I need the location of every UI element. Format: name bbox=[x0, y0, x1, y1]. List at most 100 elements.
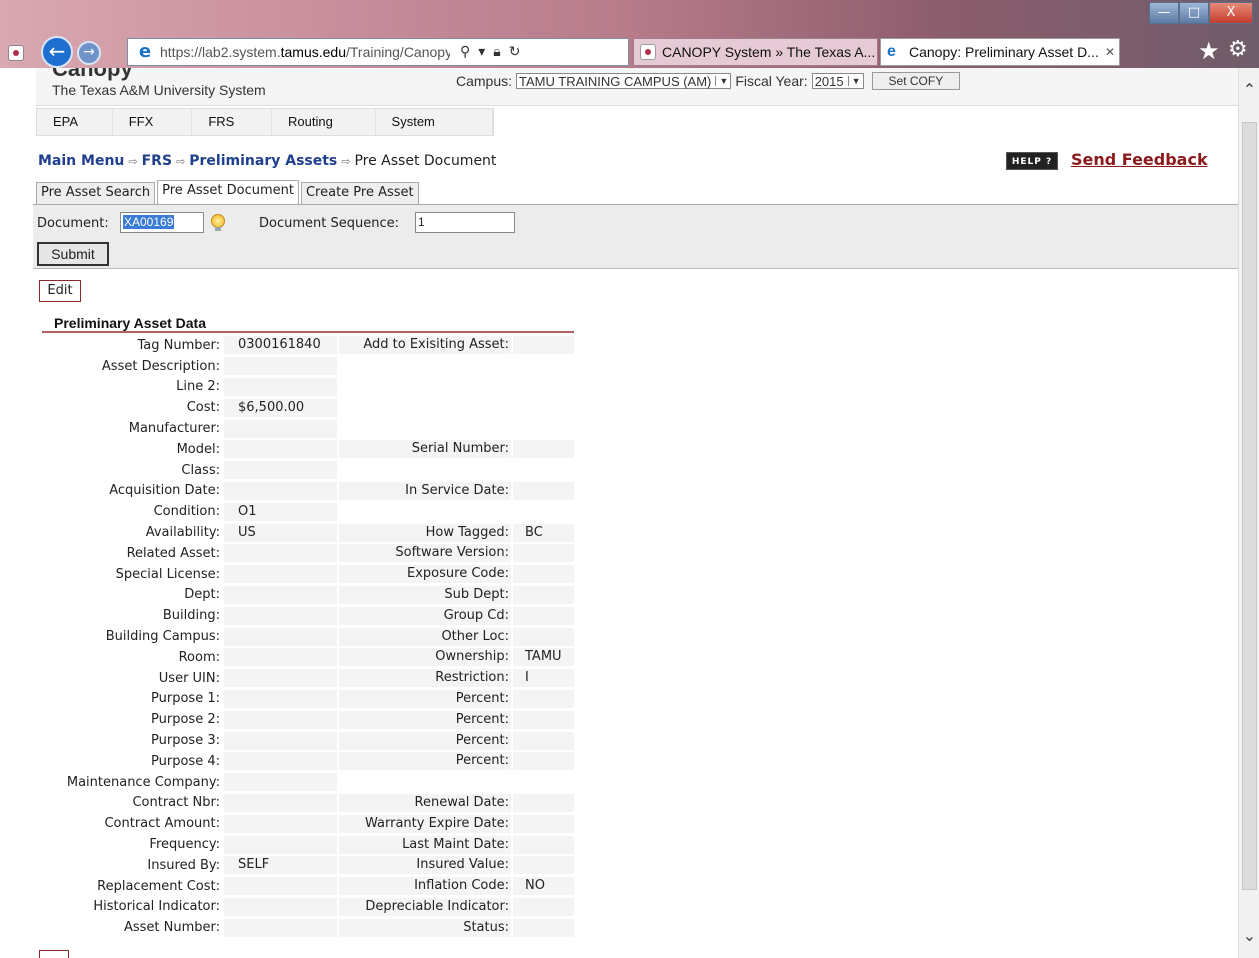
field-value bbox=[224, 877, 337, 896]
field-row: Purpose 4: Percent: bbox=[42, 751, 574, 772]
breadcrumb-frs[interactable]: FRS bbox=[142, 153, 172, 169]
scroll-down-icon[interactable]: ⌄ bbox=[1239, 926, 1259, 945]
scroll-up-icon[interactable]: ⌃ bbox=[1239, 80, 1259, 99]
field-row: Special License: Exposure Code: bbox=[42, 564, 574, 585]
field-row: User UIN: Restriction: I bbox=[42, 668, 574, 689]
menu-item-system[interactable]: System bbox=[376, 109, 493, 135]
window-controls: — □ X bbox=[1149, 2, 1253, 24]
navigation-bar: ← → e https://lab2.system.tamus.edu/Trai… bbox=[0, 34, 1259, 68]
menu-item-routing[interactable]: Routing bbox=[272, 109, 376, 135]
edit-button-bottom[interactable] bbox=[39, 950, 69, 958]
tab-title: Canopy: Preliminary Asset D... bbox=[909, 44, 1099, 60]
field-value bbox=[224, 793, 337, 812]
chevron-down-icon: ▼ bbox=[847, 76, 861, 86]
menu-item-frs[interactable]: FRS bbox=[192, 109, 272, 135]
document-input[interactable]: XA00169 bbox=[120, 212, 204, 233]
menu-item-ffx[interactable]: FFX bbox=[113, 109, 193, 135]
set-cofy-button[interactable]: Set COFY bbox=[871, 72, 961, 90]
field-value bbox=[224, 918, 337, 937]
tab-pre-asset-document[interactable]: Pre Asset Document bbox=[157, 180, 299, 204]
field-row: Acquisition Date: In Service Date: bbox=[42, 481, 574, 502]
field-label: Line 2: bbox=[176, 379, 220, 395]
field-value-secondary bbox=[513, 481, 574, 500]
document-sequence-input[interactable]: 1 bbox=[415, 212, 515, 233]
lock-icon[interactable]: 🔒︎ bbox=[493, 44, 500, 60]
field-value bbox=[224, 731, 337, 750]
field-row: Historical Indicator: Depreciable Indicat… bbox=[42, 897, 574, 918]
field-value bbox=[224, 440, 337, 459]
field-label-secondary: Other Loc: bbox=[339, 627, 511, 646]
maximize-button[interactable]: □ bbox=[1179, 2, 1209, 24]
field-label-secondary bbox=[339, 399, 511, 417]
fiscal-year-select[interactable]: 2015 ▼ bbox=[811, 73, 864, 89]
vertical-scrollbar[interactable]: ⌃ ⌄ bbox=[1238, 68, 1259, 958]
field-value-secondary bbox=[513, 336, 574, 355]
field-label: Model: bbox=[176, 441, 220, 457]
field-value bbox=[224, 377, 337, 396]
field-value-secondary bbox=[513, 856, 574, 875]
breadcrumb-main-menu[interactable]: Main Menu bbox=[38, 153, 124, 169]
send-feedback-link[interactable]: Send Feedback bbox=[1071, 150, 1208, 169]
field-label-secondary: Last Maint Date: bbox=[339, 835, 511, 854]
field-row: Condition: O1 bbox=[42, 501, 574, 522]
field-value-secondary bbox=[513, 710, 574, 729]
address-bar[interactable]: e https://lab2.system.tamus.edu/Training… bbox=[127, 38, 629, 66]
browser-tab-preliminary-asset[interactable]: e Canopy: Preliminary Asset D... ✕ bbox=[880, 38, 1120, 66]
document-sequence-label: Document Sequence: bbox=[259, 216, 399, 231]
field-value bbox=[224, 669, 337, 688]
gear-icon[interactable]: ⚙ bbox=[1228, 37, 1248, 62]
minimize-button[interactable]: — bbox=[1149, 2, 1179, 24]
field-label: Building: bbox=[162, 608, 220, 624]
dropdown-arrow-icon[interactable]: ▾ bbox=[478, 44, 485, 60]
close-window-button[interactable]: X bbox=[1209, 2, 1253, 24]
refresh-icon[interactable]: ↻ bbox=[509, 44, 521, 60]
field-row: Manufacturer: bbox=[42, 418, 574, 439]
breadcrumb-preliminary-assets[interactable]: Preliminary Assets bbox=[189, 153, 337, 169]
scrollbar-thumb[interactable] bbox=[1242, 122, 1257, 890]
field-label: Tag Number: bbox=[137, 337, 220, 353]
field-label-secondary: Serial Number: bbox=[339, 440, 511, 459]
edit-button[interactable]: Edit bbox=[39, 280, 81, 302]
field-row: Purpose 1: Percent: bbox=[42, 689, 574, 710]
site-favicon-icon bbox=[8, 45, 24, 61]
menu-item-epa[interactable]: EPA bbox=[37, 109, 113, 135]
field-label: Cost: bbox=[186, 400, 220, 416]
submit-button[interactable]: Submit bbox=[37, 242, 109, 266]
close-tab-icon[interactable]: ✕ bbox=[1105, 45, 1115, 59]
field-row: Model: Serial Number: bbox=[42, 439, 574, 460]
section-title: Preliminary Asset Data bbox=[42, 313, 574, 333]
field-row: Purpose 2: Percent: bbox=[42, 709, 574, 730]
campus-select[interactable]: TAMU TRAINING CAMPUS (AM) ▼ bbox=[516, 73, 732, 89]
field-value-secondary bbox=[513, 752, 574, 771]
field-value bbox=[224, 565, 337, 584]
field-label-secondary: Renewal Date: bbox=[339, 793, 511, 812]
field-row: Maintenance Company: bbox=[42, 772, 574, 793]
field-value bbox=[224, 585, 337, 604]
field-value bbox=[224, 835, 337, 854]
field-row: Building Campus: Other Loc: bbox=[42, 626, 574, 647]
field-label-secondary: Restriction: bbox=[339, 669, 511, 688]
field-label: Historical Indicator: bbox=[93, 899, 220, 915]
help-button[interactable]: HELP ? bbox=[1006, 152, 1058, 170]
browser-tab-canopy-system[interactable]: CANOPY System » The Texas A... bbox=[633, 38, 878, 66]
breadcrumb-current: Pre Asset Document bbox=[354, 153, 497, 169]
back-button[interactable]: ← bbox=[41, 36, 73, 68]
field-value-secondary bbox=[513, 835, 574, 854]
field-label: Contract Amount: bbox=[104, 816, 220, 832]
field-label-secondary bbox=[339, 773, 511, 791]
lightbulb-icon[interactable] bbox=[211, 214, 225, 231]
field-row: Line 2: bbox=[42, 377, 574, 398]
breadcrumb: Main Menu ⇨ FRS ⇨ Preliminary Assets ⇨ P… bbox=[38, 153, 496, 169]
favorites-star-icon[interactable]: ★ bbox=[1198, 37, 1220, 65]
app-header: Canopy The Texas A&M University System C… bbox=[36, 68, 1238, 106]
field-value: 0300161840 bbox=[224, 336, 337, 355]
field-row: Tag Number: 0300161840 Add to Exisiting As… bbox=[42, 335, 574, 356]
field-value bbox=[224, 606, 337, 625]
search-icon[interactable]: ⚲ bbox=[460, 44, 470, 60]
field-label: Building Campus: bbox=[105, 629, 220, 645]
fiscal-year-label: Fiscal Year: bbox=[735, 73, 808, 89]
forward-button[interactable]: → bbox=[77, 41, 101, 65]
field-label-secondary: Percent: bbox=[339, 731, 511, 750]
tab-pre-asset-search[interactable]: Pre Asset Search bbox=[36, 182, 156, 204]
tab-create-pre-asset[interactable]: Create Pre Asset bbox=[300, 182, 419, 204]
